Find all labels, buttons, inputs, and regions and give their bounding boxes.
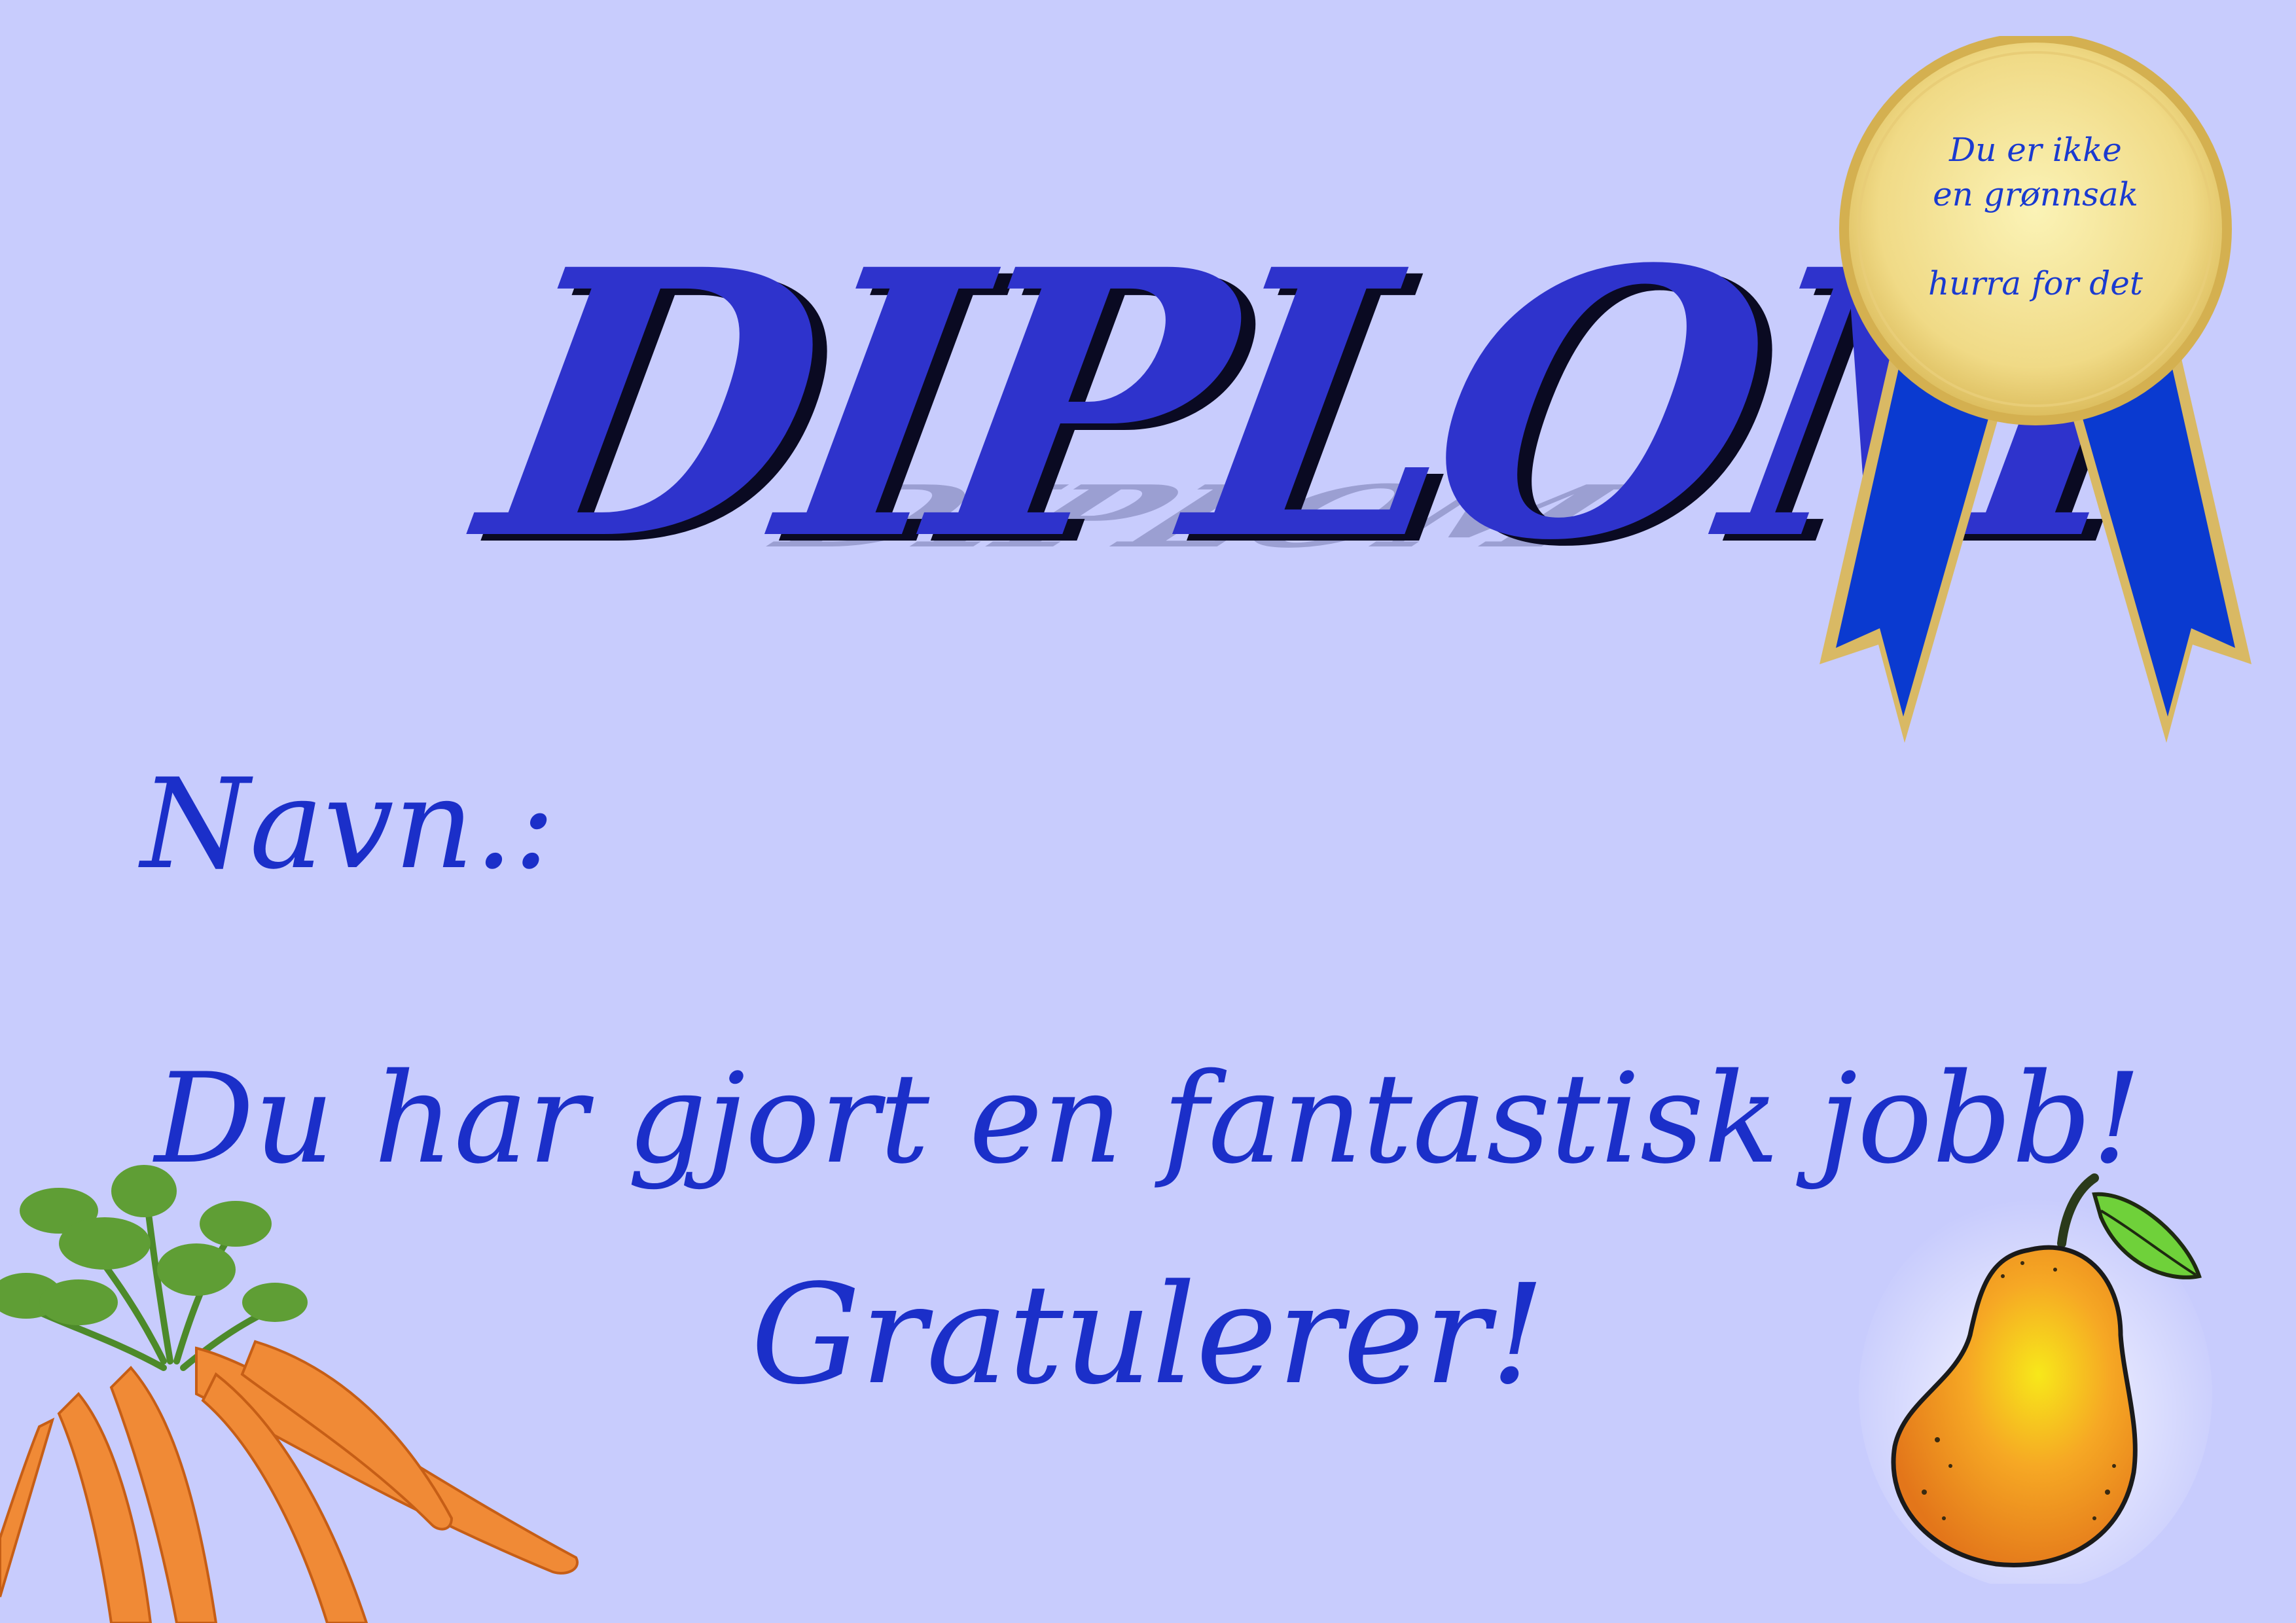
medal-inscription: Du er ikke en grønnsak hurra for det: [1839, 128, 2232, 306]
name-label: Navn.:: [141, 752, 556, 897]
carrots-illustration: [0, 1165, 579, 1623]
diploma-title: DIPLOM: [459, 190, 2166, 621]
pear-illustration: [1859, 1173, 2212, 1584]
medal-line-spacer: [1839, 217, 2232, 261]
medal-line-3: hurra for det: [1928, 264, 2143, 302]
medal-line-1: Du er ikke: [1949, 131, 2122, 169]
diploma-title-group: DIPLOM DIPLOM DIPLOM: [459, 190, 2179, 628]
medal-line-2: en grønnsak: [1933, 175, 2138, 213]
